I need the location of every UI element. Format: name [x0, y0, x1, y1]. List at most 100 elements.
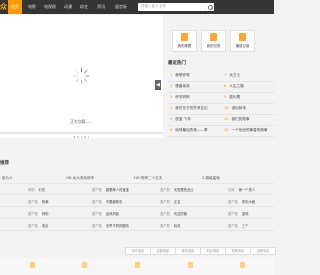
list-item[interactable]: 国产剧 不要蔬菜也: [92, 199, 122, 204]
nav-news[interactable]: 资讯: [94, 0, 108, 14]
carousel-dot[interactable]: [77, 136, 79, 138]
hot-item-title: 诛仙前传: [231, 106, 246, 110]
list-item[interactable]: 2 超级鲨鱼: [202, 176, 220, 181]
carousel-dots: [0, 136, 163, 138]
list-item-category: 国产剧: [160, 224, 170, 228]
list-item[interactable]: 国产剧 青涩的路: [160, 211, 187, 216]
play-icon: [239, 33, 246, 41]
hot-item-title: 侠盗·飞车: [175, 117, 191, 121]
quick-link-history[interactable]: 我的观看: [172, 30, 197, 52]
hot-item[interactable]: 7 大力士: [224, 73, 240, 78]
list-item-category: 国产剧: [92, 188, 102, 192]
hot-item[interactable]: 10 诛仙前传: [224, 106, 246, 111]
list-item[interactable]: 国产剧 阿满: [28, 199, 48, 204]
list-item-title: 灯光: [38, 188, 46, 192]
quick-link-play-history[interactable]: 播放记录: [230, 30, 255, 52]
category-tag[interactable]: 战争电影: [250, 247, 276, 255]
list-item[interactable]: 国产剧 重现: [228, 211, 248, 216]
list-item[interactable]: 美剧 灯光: [28, 187, 45, 192]
hot-item[interactable]: 12 一个世纪的黄昏的故事: [224, 128, 268, 133]
search-icon[interactable]: [206, 3, 214, 11]
history-icon: [181, 33, 188, 41]
quick-link-label: 我的记录: [206, 44, 221, 48]
hot-item[interactable]: 6 地球最后的夜——季: [170, 128, 208, 133]
hot-item-title: 猫头鹰: [229, 95, 241, 99]
list-item-category: 国产剧: [160, 188, 170, 192]
chevron-left-icon[interactable]: ◀: [155, 80, 161, 90]
divider: [168, 103, 274, 104]
list-item[interactable]: 国产剧 天堂屋的战士: [160, 187, 194, 192]
divider: [168, 125, 274, 126]
search-input[interactable]: 请输入影片名称: [138, 3, 206, 11]
thumbnail-icon: [135, 262, 140, 268]
divider: [0, 183, 274, 184]
divider: [0, 194, 274, 195]
list-item-category: 国产剧: [228, 212, 238, 216]
hot-rank: 2: [170, 84, 173, 88]
video-player[interactable]: 正在加载......: [0, 15, 163, 138]
hot-item[interactable]: 8 人生之路: [224, 84, 244, 89]
hot-list-title: 最近热门: [168, 61, 186, 66]
hot-rank: 5: [170, 117, 173, 121]
hot-item[interactable]: 4 我在东方苍茫求生记: [170, 106, 208, 111]
list-item[interactable]: 国产剧 娘要嫁人的宝宝: [92, 187, 129, 192]
carousel-dot[interactable]: [87, 136, 90, 138]
list-item-title: 特别: [41, 212, 49, 216]
list-item-category: 国产剧: [228, 224, 238, 228]
list-item-title: 世界不同的剧情: [105, 224, 129, 228]
hot-item[interactable]: 1 我想你呢: [170, 73, 190, 78]
category-tag[interactable]: 恐怖电影: [225, 247, 251, 255]
hot-item[interactable]: 11 我们的故事: [224, 117, 250, 122]
carousel-dot[interactable]: [73, 136, 76, 138]
list-item[interactable]: 国产剧 玩具: [160, 223, 180, 228]
list-item-title: 正名: [173, 200, 181, 204]
hot-item-title: 一个世纪的黄昏的故事: [231, 128, 268, 132]
player-progress-bar[interactable]: [0, 132, 163, 134]
list-item[interactable]: 国产剧 正名: [160, 199, 180, 204]
list-item[interactable]: 日韩 第一个男人: [228, 187, 255, 192]
list-item-title: 天堂屋的战士: [173, 188, 194, 192]
nav-variety[interactable]: 综艺: [77, 0, 91, 14]
nav-anime[interactable]: 动漫: [61, 0, 75, 14]
quick-link-records[interactable]: 我的记录: [201, 30, 226, 52]
carousel-dot[interactable]: [84, 136, 86, 138]
nav-tv[interactable]: 电视剧: [42, 0, 58, 14]
list-item-title: 武侠风起: [105, 212, 120, 216]
hot-item[interactable]: 2 怪兽弟弟: [170, 84, 190, 89]
hot-item[interactable]: 9 猫头鹰: [224, 95, 240, 100]
list-item[interactable]: 国产剧 风吹水面: [228, 199, 255, 204]
divider: [168, 136, 274, 137]
category-tag[interactable]: 科幻电影: [200, 247, 226, 255]
divider: [168, 81, 274, 82]
list-item-title: 重现: [241, 212, 249, 216]
list-item[interactable]: 纸片人: [2, 176, 13, 181]
category-tag[interactable]: 喜剧电影: [150, 247, 176, 255]
category-tag[interactable]: 动作电影: [125, 247, 151, 255]
list-item-category: 国产剧: [228, 200, 238, 204]
hot-item[interactable]: 3 怀孕妈妈: [170, 95, 190, 100]
list-item[interactable]: 国产剧 成全: [28, 223, 48, 228]
list-item-category: 国产剧: [92, 200, 102, 204]
list-item[interactable]: 国产剧 世界不同的剧情: [92, 223, 129, 228]
list-item[interactable]: HD 女大流动夜车: [66, 176, 94, 181]
list-item-category: 国产剧: [28, 200, 38, 204]
hot-item[interactable]: 5 侠盗·飞车: [170, 117, 191, 122]
list-item-title: 第一个男人: [238, 188, 256, 192]
list-item-title: 三个: [241, 224, 249, 228]
hot-item-title: 大力士: [229, 73, 241, 77]
list-item-category: 日韩: [228, 188, 235, 192]
nav-movies[interactable]: 电影: [25, 0, 39, 14]
thumbnail-icon: [30, 262, 35, 268]
hot-rank: 4: [170, 106, 173, 110]
nav-home[interactable]: 首页: [8, 0, 22, 14]
list-item[interactable]: 国产剧 特别: [28, 211, 48, 216]
list-item[interactable]: HD 阿梓二十五天: [134, 176, 162, 181]
nav-guestbook[interactable]: 留言板: [111, 0, 131, 14]
carousel-dot[interactable]: [80, 136, 83, 138]
list-item[interactable]: 国产剧 三个: [228, 223, 248, 228]
site-logo[interactable]: 众: [0, 2, 7, 12]
hot-rank: 7: [224, 73, 227, 77]
list-item-category: 美剧: [28, 188, 35, 192]
list-item[interactable]: 国产剧 武侠风起: [92, 211, 119, 216]
category-tag[interactable]: 爱情电影: [175, 247, 201, 255]
